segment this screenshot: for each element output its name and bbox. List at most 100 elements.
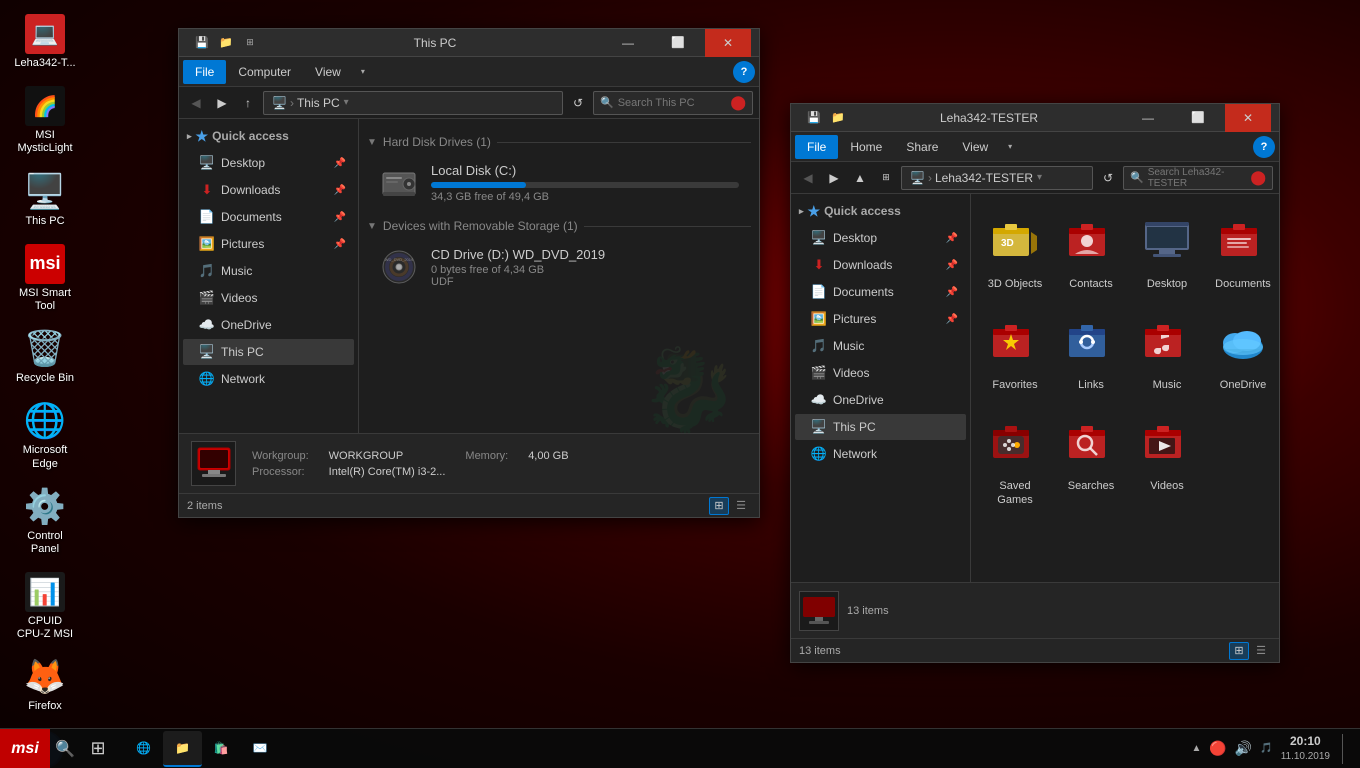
search-box-2[interactable]: 🔍 Search Leha342-TESTER ⬤ — [1123, 166, 1273, 190]
recent-btn-2[interactable]: ⊞ — [875, 167, 897, 189]
menu-expand-1[interactable]: ▾ — [355, 61, 371, 83]
search-submit-2[interactable]: ⬤ — [1250, 169, 1266, 186]
folder-item-onedrive[interactable]: OneDrive — [1207, 303, 1279, 400]
folder-btn-2[interactable]: 📁 — [827, 107, 849, 129]
menu-share-2[interactable]: Share — [894, 135, 950, 159]
search-box-1[interactable]: 🔍 Search This PC ⬤ — [593, 91, 753, 115]
sidebar-item-pictures[interactable]: 🖼️ Pictures 📌 — [183, 231, 354, 257]
folder-item-documents[interactable]: Documents — [1207, 202, 1279, 299]
taskbar-explorer[interactable]: 📁 — [163, 731, 202, 767]
sidebar2-item-pictures[interactable]: 🖼️ Pictures 📌 — [795, 306, 966, 332]
help-btn-2[interactable]: ? — [1253, 136, 1275, 158]
sidebar2-item-videos[interactable]: 🎬 Videos — [795, 360, 966, 386]
help-btn-1[interactable]: ? — [733, 61, 755, 83]
back-btn-1[interactable]: ◀ — [185, 92, 207, 114]
menu-view-2[interactable]: View — [950, 135, 1000, 159]
desktop-icon-thispc[interactable]: 🖥️ This PC — [10, 168, 80, 232]
sidebar-item-desktop[interactable]: 🖥️ Desktop 📌 — [183, 150, 354, 176]
tray-clock[interactable]: 20:10 11.10.2019 — [1281, 734, 1330, 763]
menu-computer-1[interactable]: Computer — [226, 60, 303, 84]
minimize-btn-2[interactable]: — — [1125, 104, 1171, 132]
maximize-btn-1[interactable]: ⬜ — [655, 29, 701, 57]
forward-btn-2[interactable]: ▶ — [823, 167, 845, 189]
sidebar-item-music[interactable]: 🎵 Music — [183, 258, 354, 284]
sidebar2-item-music[interactable]: 🎵 Music — [795, 333, 966, 359]
folder-item-savedgames[interactable]: Saved Games — [979, 404, 1051, 514]
desktop-icon-edge[interactable]: 🌐 Microsoft Edge — [10, 397, 80, 474]
sidebar-item-documents[interactable]: 📄 Documents 📌 — [183, 204, 354, 230]
sidebar2-item-desktop[interactable]: 🖥️ Desktop 📌 — [795, 225, 966, 251]
menu-view-1[interactable]: View — [303, 60, 353, 84]
save-btn[interactable]: 💾 — [191, 32, 213, 54]
path-arrow-2[interactable]: ▾ — [1037, 172, 1042, 183]
desktop-icon-mysticlight[interactable]: 🌈 MSI MysticLight — [10, 82, 80, 159]
menu-file-2[interactable]: File — [795, 135, 838, 159]
folder-item-favorites[interactable]: Favorites — [979, 303, 1051, 400]
desktop-icon-leha342[interactable]: 💻 Leha342-T... — [10, 10, 80, 74]
sidebar-item-onedrive[interactable]: ☁️ OneDrive — [183, 312, 354, 338]
address-path-1[interactable]: 🖥️ › This PC ▾ — [263, 91, 563, 115]
sidebar2-item-downloads[interactable]: ⬇ Downloads 📌 — [795, 252, 966, 278]
maximize-btn-2[interactable]: ⬜ — [1175, 104, 1221, 132]
details-view-btn-1[interactable]: ⊞ — [709, 497, 729, 515]
list-view-btn-2[interactable]: ☰ — [1251, 642, 1271, 660]
tray-arrow-icon[interactable]: ▲ — [1191, 743, 1201, 754]
minimize-btn-1[interactable]: — — [605, 29, 651, 57]
desktop-icon-msitool[interactable]: msi MSI Smart Tool — [10, 240, 80, 317]
hdd-collapse-arrow[interactable]: ▼ — [367, 137, 377, 148]
refresh-btn-2[interactable]: ↺ — [1097, 167, 1119, 189]
sidebar-quickaccess-header[interactable]: ▸ ★ Quick access — [179, 123, 358, 149]
folder-item-3dobjects[interactable]: 3D 3D Objects — [979, 202, 1051, 299]
taskview-btn[interactable]: ⊞ — [80, 731, 116, 767]
sidebar2-item-thispc[interactable]: 🖥️ This PC — [795, 414, 966, 440]
speakers-tray-icon[interactable]: 🎵 — [1260, 743, 1272, 754]
refresh-btn-1[interactable]: ↺ — [567, 92, 589, 114]
properties-btn[interactable]: ⊞ — [239, 32, 261, 54]
folder-item-links[interactable]: Links — [1055, 303, 1127, 400]
close-btn-2[interactable]: ✕ — [1225, 104, 1271, 132]
up-btn-2[interactable]: ▲ — [849, 167, 871, 189]
folder-item-contacts[interactable]: Contacts — [1055, 202, 1127, 299]
taskbar-edge[interactable]: 🌐 — [124, 731, 163, 767]
desktop-icon-recyclebin[interactable]: 🗑️ Recycle Bin — [10, 325, 80, 389]
sidebar-item-network[interactable]: 🌐 Network — [183, 366, 354, 392]
sidebar-item-downloads[interactable]: ⬇ Downloads 📌 — [183, 177, 354, 203]
start-button[interactable]: msi — [0, 729, 50, 768]
save-btn-2[interactable]: 💾 — [803, 107, 825, 129]
search-submit-1[interactable]: ⬤ — [730, 94, 746, 111]
sidebar2-item-network[interactable]: 🌐 Network — [795, 441, 966, 467]
folder-item-music[interactable]: Music — [1131, 303, 1203, 400]
forward-btn-1[interactable]: ▶ — [211, 92, 233, 114]
taskbar-store[interactable]: 🛍️ — [202, 731, 241, 767]
details-view-btn-2[interactable]: ⊞ — [1229, 642, 1249, 660]
path-arrow-1[interactable]: ▾ — [344, 97, 349, 108]
sidebar2-item-onedrive[interactable]: ☁️ OneDrive — [795, 387, 966, 413]
taskbar-mail[interactable]: ✉️ — [241, 731, 280, 767]
sidebar-item-thispc[interactable]: 🖥️ This PC — [183, 339, 354, 365]
volume-tray-icon[interactable]: 🔊 — [1235, 740, 1252, 757]
folder-item-videos[interactable]: Videos — [1131, 404, 1203, 514]
folder-item-desktop[interactable]: Desktop — [1131, 202, 1203, 299]
list-view-btn-1[interactable]: ☰ — [731, 497, 751, 515]
menu-expand-2[interactable]: ▾ — [1002, 136, 1018, 158]
desktop-icon-firefox[interactable]: 🦊 Firefox — [10, 653, 80, 717]
back-btn-2[interactable]: ◀ — [797, 167, 819, 189]
new-folder-btn[interactable]: 📁 — [215, 32, 237, 54]
show-desktop-btn[interactable] — [1342, 734, 1348, 764]
sidebar2-item-documents[interactable]: 📄 Documents 📌 — [795, 279, 966, 305]
sidebar-item-videos[interactable]: 🎬 Videos — [183, 285, 354, 311]
drive-item-d[interactable]: WD_DVD_2019 CD Drive (D:) WD_DVD_2019 0 … — [367, 239, 751, 296]
desktop-icon-cpuid[interactable]: 📊 CPUID CPU-Z MSI — [10, 568, 80, 645]
folder-item-searches[interactable]: Searches — [1055, 404, 1127, 514]
network-tray-icon[interactable]: 🔴 — [1209, 740, 1226, 757]
removable-collapse-arrow[interactable]: ▼ — [367, 221, 377, 232]
sidebar-quickaccess-header-2[interactable]: ▸ ★ Quick access — [791, 198, 970, 224]
desktop-icon-controlpanel[interactable]: ⚙️ Control Panel — [10, 483, 80, 560]
address-path-2[interactable]: 🖥️ › Leha342-TESTER ▾ — [901, 166, 1093, 190]
taskbar-search-btn[interactable]: 🔍 — [50, 729, 80, 768]
up-btn-1[interactable]: ↑ — [237, 92, 259, 114]
menu-file-1[interactable]: File — [183, 60, 226, 84]
close-btn-1[interactable]: ✕ — [705, 29, 751, 57]
drive-item-c[interactable]: Local Disk (C:) 34,3 GB free of 49,4 GB — [367, 155, 751, 211]
menu-home-2[interactable]: Home — [838, 135, 894, 159]
